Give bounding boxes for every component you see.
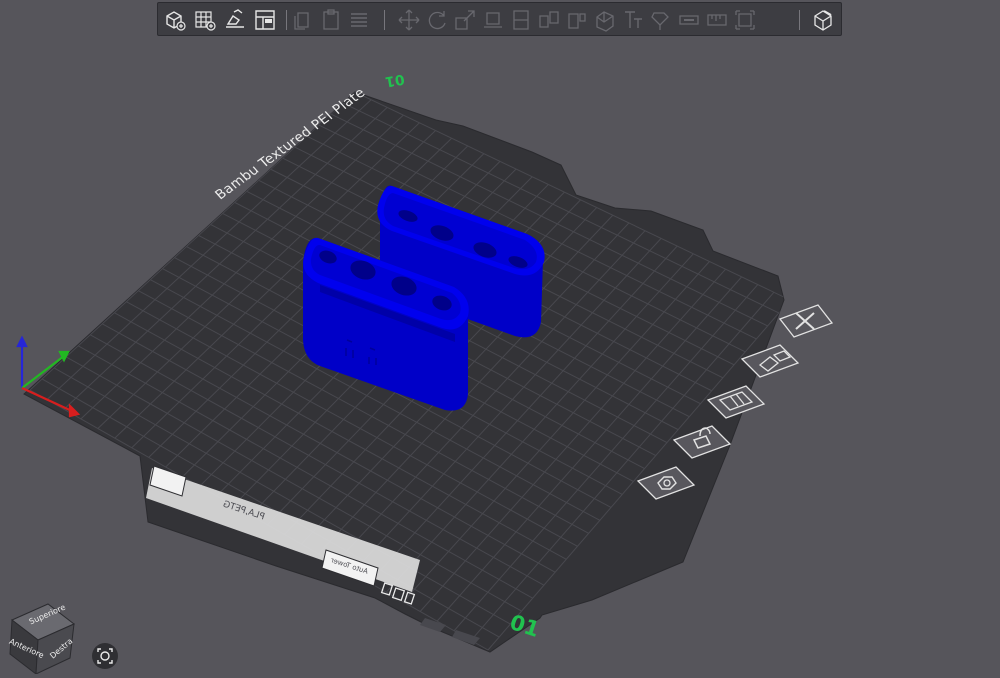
plate-settings-icon [636, 466, 696, 500]
plate-settings-button[interactable] [636, 455, 696, 511]
fit-view-icon [97, 648, 113, 664]
viewport[interactable] [0, 0, 1000, 676]
plate-number-top: 01 [383, 70, 406, 90]
view-cube[interactable]: Superiore Anteriore Destra [8, 598, 78, 675]
fit-view-button[interactable] [92, 643, 118, 669]
